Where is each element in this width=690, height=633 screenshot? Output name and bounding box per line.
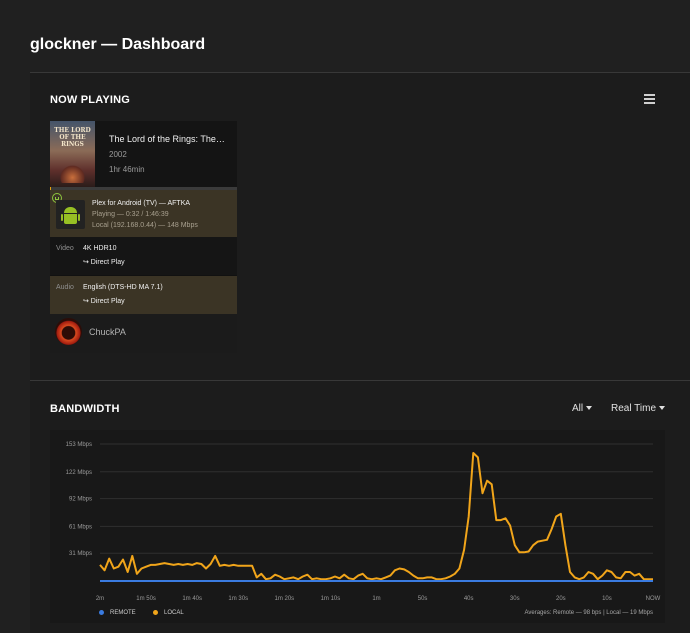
- player-info: Plex for Android (TV) — AFTKA Playing — …: [50, 190, 237, 237]
- x-tick-label: 40s: [464, 596, 474, 602]
- user-name: ChuckPA: [89, 327, 126, 337]
- video-label: Video: [56, 245, 74, 252]
- poster-art: [60, 165, 85, 183]
- media-duration: 1hr 46min: [109, 165, 145, 174]
- legend-remote-label: REMOTE: [110, 610, 136, 617]
- y-tick-label: 61 Mbps: [69, 524, 92, 530]
- page-title: glockner — Dashboard: [30, 36, 206, 53]
- scope-filter-dropdown[interactable]: All: [572, 403, 593, 414]
- audio-stream-row: Audio English (DTS-HD MA 7.1) ↪ Direct P…: [50, 276, 237, 314]
- x-tick-label: 1m 30s: [228, 596, 248, 602]
- y-tick-label: 122 Mbps: [66, 470, 92, 476]
- x-tick-label: 20s: [556, 596, 566, 602]
- media-info[interactable]: THE LORD OF THE RINGS The Lord of the Ri…: [50, 121, 237, 187]
- legend-local-label: LOCAL: [164, 610, 184, 617]
- now-playing-heading: NOW PLAYING: [50, 94, 131, 106]
- video-stream-row: Video 4K HDR10 ↪ Direct Play: [50, 237, 237, 275]
- y-tick-label: 153 Mbps: [66, 442, 92, 448]
- player-state: Playing — 0:32 / 1:46:39: [92, 211, 169, 218]
- x-tick-label: 1m 50s: [136, 596, 156, 602]
- x-tick-label: 1m: [372, 596, 380, 602]
- local-legend-dot: [153, 610, 158, 615]
- x-tick-label: 2m: [96, 596, 104, 602]
- remote-legend-dot: [99, 610, 104, 615]
- media-year: 2002: [109, 150, 127, 159]
- bandwidth-heading: BANDWIDTH: [50, 403, 120, 415]
- bandwidth-chart[interactable]: 153 Mbps 122 Mbps 92 Mbps 61 Mbps 31 Mbps 2m 1…: [50, 430, 665, 623]
- list-icon[interactable]: [644, 94, 655, 105]
- avatar: [55, 318, 82, 345]
- poster-image: THE LORD OF THE RINGS: [50, 121, 95, 187]
- user-row[interactable]: ChuckPA: [50, 314, 237, 353]
- audio-decision: ↪ Direct Play: [83, 298, 125, 305]
- player-network: Local (192.168.0.44) — 148 Mbps: [92, 222, 198, 229]
- chevron-down-icon: [659, 406, 666, 411]
- legend-remote: REMOTE: [99, 610, 136, 616]
- x-tick-label: 1m 10s: [321, 596, 341, 602]
- timeframe-filter-label: Real Time: [611, 403, 657, 414]
- x-tick-label: 10s: [602, 596, 612, 602]
- audio-label: Audio: [56, 284, 74, 291]
- video-value: 4K HDR10: [83, 245, 117, 252]
- y-tick-label: 92 Mbps: [69, 497, 92, 503]
- x-tick-label: 50s: [418, 596, 428, 602]
- android-icon: [56, 200, 85, 229]
- audio-value: English (DTS-HD MA 7.1): [83, 284, 163, 291]
- y-tick-label: 31 Mbps: [69, 551, 92, 557]
- bandwidth-chart-svg: 153 Mbps 122 Mbps 92 Mbps 61 Mbps 31 Mbps 2m 1…: [66, 442, 661, 602]
- video-decision: ↪ Direct Play: [83, 259, 125, 266]
- scope-filter-label: All: [572, 403, 584, 414]
- bandwidth-averages: Averages: Remote — 98 bps | Local — 19 M…: [524, 610, 653, 616]
- chevron-down-icon: [586, 406, 593, 411]
- x-tick-label: 1m 40s: [182, 596, 202, 602]
- player-name: Plex for Android (TV) — AFTKA: [92, 200, 191, 207]
- x-tick-label: 30s: [510, 596, 520, 602]
- media-title[interactable]: The Lord of the Rings: The…: [109, 134, 225, 144]
- x-tick-label: NOW: [646, 596, 661, 602]
- now-playing-card[interactable]: THE LORD OF THE RINGS The Lord of the Ri…: [50, 121, 237, 353]
- legend-local: LOCAL: [153, 610, 184, 616]
- x-tick-label: 1m 20s: [274, 596, 294, 602]
- poster-title-text: THE LORD OF THE RINGS: [54, 127, 91, 148]
- timeframe-filter-dropdown[interactable]: Real Time: [611, 403, 666, 414]
